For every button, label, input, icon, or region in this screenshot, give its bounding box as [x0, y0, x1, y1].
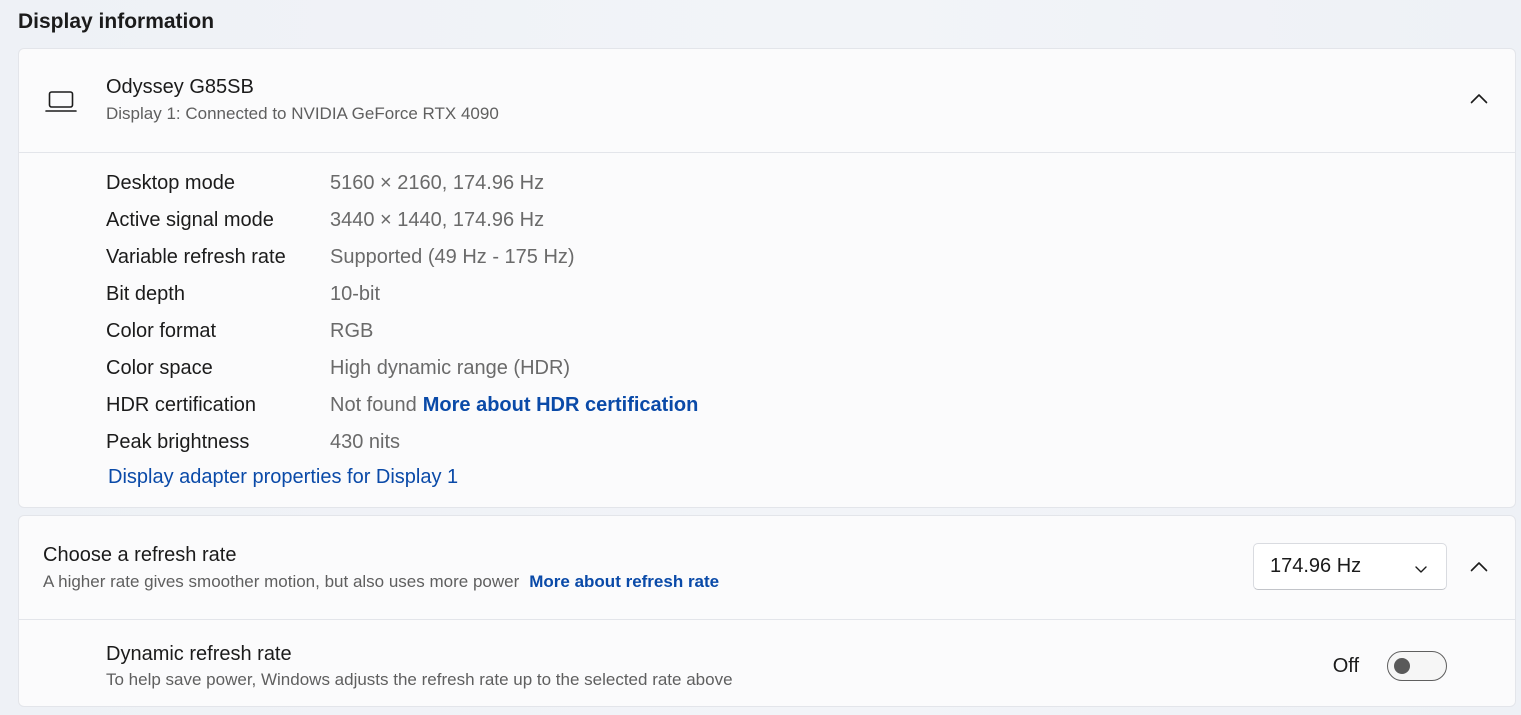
dynamic-refresh-subtitle: To help save power, Windows adjusts the … — [106, 670, 733, 689]
detail-row-color-space: Color space High dynamic range (HDR) — [106, 353, 570, 383]
display-header[interactable]: Odyssey G85SB Display 1: Connected to NV… — [19, 49, 1515, 152]
detail-label: Color space — [106, 356, 213, 379]
dynamic-refresh-row: Dynamic refresh rate To help save power,… — [19, 619, 1515, 707]
detail-row-color-format: Color format RGB — [106, 316, 373, 346]
detail-value: RGB — [330, 319, 374, 342]
refresh-rate-subtitle: A higher rate gives smoother motion, but… — [43, 572, 719, 592]
laptop-icon — [45, 89, 77, 115]
dynamic-refresh-title: Dynamic refresh rate — [106, 643, 292, 665]
refresh-rate-card: Choose a refresh rate A higher rate give… — [18, 515, 1516, 707]
detail-label: Bit depth — [106, 282, 185, 305]
section-title: Display information — [18, 10, 215, 33]
detail-label: Color format — [106, 319, 217, 342]
refresh-rate-description: A higher rate gives smoother motion, but… — [43, 572, 520, 591]
detail-label: Active signal mode — [106, 208, 274, 231]
detail-value: 430 nits — [330, 430, 401, 453]
dynamic-refresh-toggle[interactable] — [1387, 651, 1447, 681]
hdr-certification-link[interactable]: More about HDR certification — [423, 394, 699, 417]
display-adapter-properties-link[interactable]: Display adapter properties for Display 1 — [108, 466, 458, 489]
detail-row-bit-depth: Bit depth 10-bit — [106, 279, 380, 309]
detail-value: 3440 × 1440, 174.96 Hz — [330, 208, 545, 231]
detail-value: 5160 × 2160, 174.96 Hz — [330, 171, 545, 194]
chevron-up-icon — [1470, 559, 1488, 577]
display-name: Odyssey G85SB — [106, 76, 254, 98]
detail-value: High dynamic range (HDR) — [330, 356, 571, 379]
detail-row-variable-refresh-rate: Variable refresh rate Supported (49 Hz -… — [106, 242, 575, 272]
refresh-rate-dropdown[interactable]: 174.96 Hz — [1253, 543, 1447, 590]
display-details: Desktop mode 5160 × 2160, 174.96 Hz Acti… — [19, 152, 1515, 508]
refresh-rate-link[interactable]: More about refresh rate — [529, 572, 719, 591]
chevron-down-icon — [1414, 559, 1428, 582]
refresh-rate-header: Choose a refresh rate A higher rate give… — [19, 516, 1515, 619]
detail-value: 10-bit — [330, 282, 381, 305]
display-card: Odyssey G85SB Display 1: Connected to NV… — [18, 48, 1516, 508]
detail-row-active-signal-mode: Active signal mode 3440 × 1440, 174.96 H… — [106, 205, 544, 235]
detail-row-desktop-mode: Desktop mode 5160 × 2160, 174.96 Hz — [106, 168, 544, 198]
detail-label: Variable refresh rate — [106, 245, 286, 268]
collapse-display-button[interactable] — [1459, 80, 1499, 120]
detail-value: Not found — [330, 393, 417, 416]
refresh-rate-title: Choose a refresh rate — [43, 544, 237, 566]
detail-label: Peak brightness — [106, 430, 250, 453]
display-subtitle: Display 1: Connected to NVIDIA GeForce R… — [106, 104, 499, 123]
toggle-state-label: Off — [1332, 655, 1359, 677]
settings-page: Display information Odyssey G85SB Displa… — [0, 0, 1521, 715]
detail-label: Desktop mode — [106, 171, 235, 194]
detail-row-peak-brightness: Peak brightness 430 nits — [106, 427, 400, 457]
detail-row-hdr-certification: HDR certification Not found More about H… — [106, 390, 698, 420]
chevron-up-icon — [1470, 91, 1488, 109]
toggle-knob — [1394, 658, 1410, 674]
refresh-rate-selected: 174.96 Hz — [1270, 555, 1362, 577]
detail-label: HDR certification — [106, 393, 257, 416]
collapse-refresh-button[interactable] — [1459, 548, 1499, 588]
detail-value: Supported (49 Hz - 175 Hz) — [330, 245, 575, 268]
